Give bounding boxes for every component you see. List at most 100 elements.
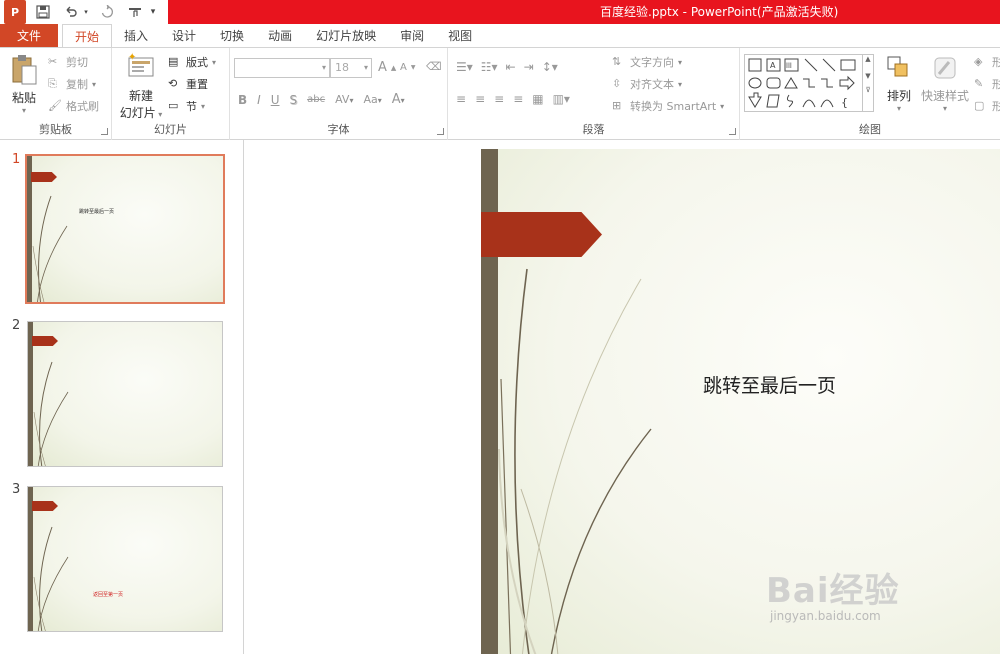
- grass-decoration: [33, 526, 69, 631]
- font-name-box[interactable]: ▾: [234, 58, 330, 78]
- tab-file[interactable]: 文件: [0, 24, 58, 48]
- align-text-icon: ⇳: [612, 77, 622, 90]
- align-left-icon[interactable]: ≡: [456, 92, 466, 106]
- arrange-icon: [887, 56, 908, 77]
- slide-text-box[interactable]: 跳转至最后一页: [703, 371, 836, 398]
- paragraph-group: ☰▾ ☷▾ ⇤ ⇥ ↕▾ ≡ ≡ ≡ ≡ ▦ ▥▾ ⇅ 文字方向 ▾ ⇳ 对齐文本 ▾ …: [448, 48, 740, 140]
- paragraph-group-label: 段落: [582, 123, 605, 136]
- align-center-icon[interactable]: ≡: [475, 92, 485, 106]
- format-painter-button[interactable]: 🖌 格式刷: [48, 98, 99, 114]
- text-direction-button[interactable]: ⇅ 文字方向 ▾: [612, 54, 682, 70]
- smartart-icon: ⊞: [612, 99, 622, 112]
- font-group-label: 字体: [327, 123, 350, 136]
- clipboard-group-label: 剪贴板: [39, 123, 72, 136]
- shape-outline-button[interactable]: ✎ 形: [974, 76, 1000, 92]
- tab-home[interactable]: 开始: [62, 24, 113, 48]
- font-group: ▾ 18 ▾ A ▲ A ▼ ⌫ B I U S abc AV ▾ Aa ▾ A ▾ …: [230, 48, 448, 140]
- quick-styles-icon: [934, 57, 956, 79]
- slides-group: ✦ 新建 幻灯片 ▾ ▤ 版式 ▾ ⟲ 重置 ▭ 节 ▾ 幻灯片: [112, 48, 230, 140]
- shape-effects-button[interactable]: ▢ 形: [974, 98, 1000, 114]
- section-icon: ▭: [168, 99, 179, 112]
- clipboard-launcher-icon[interactable]: [101, 128, 108, 135]
- distributed-icon[interactable]: ▦: [532, 92, 543, 106]
- paste-button[interactable]: 粘贴 ▾: [6, 54, 42, 115]
- tab-view[interactable]: 视图: [436, 24, 484, 48]
- reset-button[interactable]: ⟲ 重置: [168, 76, 208, 92]
- new-slide-button[interactable]: ✦ 新建 幻灯片 ▾: [118, 52, 164, 121]
- bullets-icon[interactable]: ☰▾: [456, 60, 473, 74]
- italic-button[interactable]: I: [257, 93, 261, 107]
- tab-transitions[interactable]: 切换: [208, 24, 256, 48]
- save-icon[interactable]: [32, 0, 54, 24]
- shapes-gallery[interactable]: A lll { ▲ ▼ ⊽: [744, 54, 874, 112]
- grass-decoration: [33, 361, 69, 466]
- grass-decoration: [32, 195, 68, 302]
- grow-font-button[interactable]: A ▲: [378, 60, 396, 75]
- customize-qat-icon[interactable]: ▾: [148, 0, 158, 24]
- tab-slideshow[interactable]: 幻灯片放映: [304, 24, 388, 48]
- window-title: 百度经验.pptx - PowerPoint(产品激活失败): [600, 5, 839, 19]
- paste-icon: [12, 55, 37, 85]
- bold-button[interactable]: B: [238, 93, 247, 107]
- quick-access-toolbar: P ▾ ▾: [0, 0, 158, 24]
- convert-smartart-button[interactable]: ⊞ 转换为 SmartArt ▾: [612, 98, 724, 114]
- strikethrough-button[interactable]: abc: [307, 94, 325, 105]
- arrange-button[interactable]: 排列 ▾: [880, 54, 918, 113]
- align-text-button[interactable]: ⇳ 对齐文本 ▾: [612, 76, 682, 92]
- clipboard-group: 粘贴 ▾ ✂ 剪切 ⎘ 复制 ▾ 🖌 格式刷 剪贴板: [0, 48, 112, 140]
- increase-indent-icon[interactable]: ⇥: [524, 60, 534, 74]
- slide-thumbnail-1-text: 跳转至最后一页: [79, 209, 115, 215]
- tab-design[interactable]: 设计: [160, 24, 208, 48]
- tab-review[interactable]: 审阅: [388, 24, 436, 48]
- shapes-gallery-scroll[interactable]: ▲ ▼ ⊽: [862, 55, 873, 111]
- slide-thumbnail-3[interactable]: 返回至第一页: [27, 486, 223, 632]
- eraser-icon: ⌫: [426, 60, 442, 73]
- undo-dropdown-icon[interactable]: ▾: [82, 0, 90, 24]
- ribbon-tabs: 文件 开始 插入 设计 切换 动画 幻灯片放映 审阅 视图: [0, 24, 1000, 48]
- undo-icon[interactable]: [60, 0, 82, 24]
- svg-text:{: {: [841, 96, 848, 109]
- slide-number-2: 2: [12, 318, 21, 333]
- font-size-box[interactable]: 18 ▾: [330, 58, 372, 78]
- tab-animations[interactable]: 动画: [256, 24, 304, 48]
- title-bar-red-band: [168, 0, 1000, 24]
- quick-styles-button[interactable]: 快速样式 ▾: [918, 54, 972, 113]
- slide-thumbnail-pane[interactable]: 1 跳转至最后一页 2 3 返回至第一页: [0, 140, 244, 654]
- slide-number-1: 1: [12, 152, 21, 167]
- reset-icon: ⟲: [168, 77, 178, 90]
- clear-formatting-button[interactable]: ⌫: [426, 60, 442, 74]
- numbering-icon[interactable]: ☷▾: [481, 60, 498, 74]
- justify-icon[interactable]: ≡: [513, 92, 523, 106]
- section-button[interactable]: ▭ 节 ▾: [168, 98, 205, 114]
- touch-mode-icon[interactable]: [124, 0, 146, 24]
- align-right-icon[interactable]: ≡: [494, 92, 504, 106]
- slides-group-label: 幻灯片: [154, 123, 187, 136]
- redo-icon[interactable]: [96, 0, 118, 24]
- pen-icon: ✎: [974, 77, 984, 90]
- font-color-button[interactable]: A ▾: [392, 92, 405, 107]
- cut-button[interactable]: ✂ 剪切: [48, 54, 88, 70]
- shape-fill-button[interactable]: ◈ 形: [974, 54, 1000, 70]
- columns-icon[interactable]: ▥▾: [553, 92, 570, 106]
- tab-insert[interactable]: 插入: [112, 24, 160, 48]
- line-spacing-icon[interactable]: ↕▾: [542, 60, 558, 74]
- layout-icon: ▤: [168, 55, 179, 68]
- powerpoint-logo-icon[interactable]: P: [4, 0, 26, 24]
- layout-button[interactable]: ▤ 版式 ▾: [168, 54, 216, 70]
- change-case-button[interactable]: Aa ▾: [363, 93, 381, 106]
- slide-title-flag: [481, 212, 602, 257]
- shrink-font-button[interactable]: A ▼: [400, 62, 415, 73]
- underline-button[interactable]: U: [271, 93, 280, 107]
- slide-thumbnail-2[interactable]: [27, 321, 223, 467]
- title-bar: P ▾ ▾ 百度经验.pptx - PowerPoint(产品激活失败): [0, 0, 1000, 24]
- baidu-jingyan-watermark: Bai经验 jingyan.baidu.com: [766, 571, 900, 623]
- slide-thumbnail-1[interactable]: 跳转至最后一页: [25, 154, 225, 304]
- svg-text:✦: ✦: [128, 52, 136, 63]
- char-spacing-button[interactable]: AV ▾: [335, 93, 353, 106]
- paragraph-launcher-icon[interactable]: [729, 128, 736, 135]
- font-launcher-icon[interactable]: [437, 128, 444, 135]
- copy-icon: ⎘: [48, 77, 57, 90]
- decrease-indent-icon[interactable]: ⇤: [506, 60, 516, 74]
- copy-button[interactable]: ⎘ 复制 ▾: [48, 76, 96, 92]
- shadow-button[interactable]: S: [290, 93, 298, 107]
